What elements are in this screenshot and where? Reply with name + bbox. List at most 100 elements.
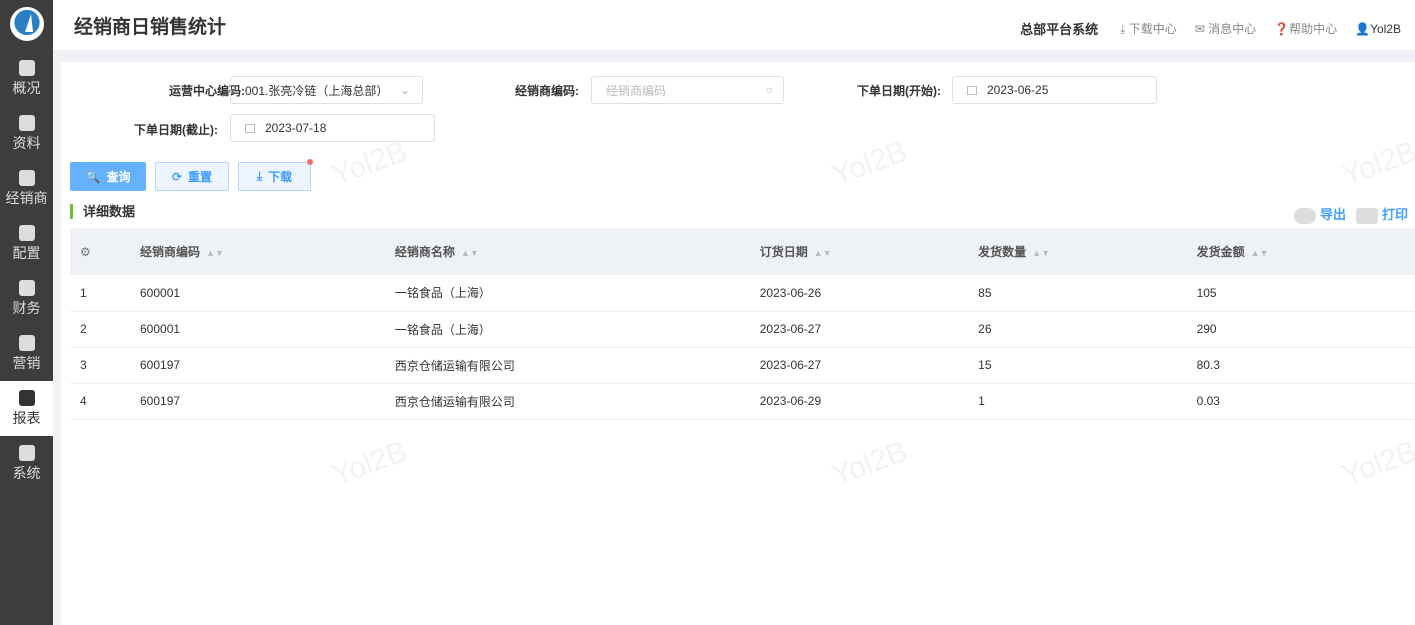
table-cell: 一铭食品（上海） <box>394 275 760 312</box>
end-date-input[interactable]: 2023-07-18 <box>230 114 435 142</box>
dealer-label: 经销商编码: <box>515 84 579 98</box>
table-cell: 2023-06-27 <box>759 347 979 384</box>
end-date-label: 下单日期(截止): <box>134 123 218 137</box>
reset-button[interactable]: ⟳ 重置 <box>155 162 229 191</box>
table-cell: 2023-06-27 <box>759 311 979 348</box>
column-header[interactable]: 订货日期 ▲▼ <box>759 228 979 275</box>
table-cell: 0.03 <box>1196 383 1415 420</box>
nav-icon <box>18 114 35 131</box>
table-cell: 1 <box>978 383 1197 420</box>
section-title: 详细数据 <box>70 204 135 219</box>
table-cell: 600197 <box>140 383 395 420</box>
export-button[interactable]: 导出 <box>1293 204 1346 224</box>
nav-icon <box>18 169 35 186</box>
search-icon: 🔍 <box>85 169 101 184</box>
sidebar: 概况 资料 经销商 配置 财务 营销 报表 系统 <box>0 0 53 625</box>
user-menu[interactable]: 👤Yol2B <box>1355 22 1401 36</box>
query-button[interactable]: 🔍 查询 <box>70 162 146 191</box>
table-row[interactable]: 4 600197 西京仓储运输有限公司 2023-06-29 1 0.03 <box>70 383 1415 420</box>
nav-icon <box>18 389 35 406</box>
table-cell: 2 <box>70 311 140 348</box>
system-name: 总部平台系统 <box>1020 22 1099 37</box>
mail-icon: ✉ <box>1194 22 1209 36</box>
message-center-link[interactable]: ✉ 消息中心 <box>1195 20 1256 37</box>
column-header[interactable]: 发货数量 ▲▼ <box>978 228 1197 275</box>
sidebar-item[interactable]: 系统 <box>0 436 53 491</box>
download-icon: ⤓ <box>1120 22 1129 36</box>
start-date-input[interactable]: 2023-06-25 <box>952 76 1157 104</box>
column-header[interactable]: 发货金额 ▲▼ <box>1196 228 1415 275</box>
ops-center-select[interactable]: 001.张亮冷链（上海总部） ⌄ <box>230 76 423 104</box>
user-icon: 👤 <box>1355 21 1371 36</box>
table-cell: 4 <box>70 383 140 420</box>
table-cell: 85 <box>978 275 1197 312</box>
download-icon: ⤓ <box>256 169 263 183</box>
table-cell: 3 <box>70 347 140 384</box>
download-button[interactable]: ⤓ 下载 <box>238 159 313 191</box>
table-cell: 2023-06-26 <box>759 275 979 312</box>
watermark: Yol2B <box>827 434 912 493</box>
page-title: 经销商日销售统计 <box>74 17 227 38</box>
table-cell: 2023-06-29 <box>759 383 979 420</box>
table-cell: 600001 <box>140 311 395 348</box>
sort-icon[interactable]: ▲▼ <box>206 248 224 258</box>
data-table: ⚙ 经销商编码 ▲▼ 经销商名称 ▲▼ 订货日期 ▲▼ 发货数量 ▲▼ 发货金额 ▲▼ 1 60000… <box>70 228 1415 420</box>
column-header[interactable]: 经销商编码 ▲▼ <box>140 228 395 275</box>
nav-icon <box>18 279 35 296</box>
table-cell: 一铭食品（上海） <box>394 311 760 348</box>
nav-icon <box>18 59 35 76</box>
table-cell: 600197 <box>140 347 395 384</box>
sidebar-item[interactable]: 财务 <box>0 271 53 326</box>
table-cell: 105 <box>1196 275 1415 312</box>
table-row[interactable]: 3 600197 西京仓储运输有限公司 2023-06-27 15 80.3 <box>70 347 1415 384</box>
help-icon: ❓ <box>1274 22 1290 36</box>
table-cell: 600001 <box>140 275 395 312</box>
refresh-icon: ⟳ <box>171 169 183 184</box>
sidebar-item[interactable]: 营销 <box>0 326 53 381</box>
watermark: Yol2B <box>827 134 912 193</box>
print-button[interactable]: 打印 <box>1355 204 1408 224</box>
table-cell: 26 <box>978 311 1197 348</box>
main-panel: 运营中心编码: 001.张亮冷链（上海总部） ⌄ 经销商编码: 经销商编码 ○ 下单… <box>61 62 1415 625</box>
calendar-icon <box>967 85 977 95</box>
calendar-icon <box>245 123 255 133</box>
sidebar-item[interactable]: 配置 <box>0 216 53 271</box>
sort-icon[interactable]: ▲▼ <box>1032 248 1050 258</box>
chevron-down-icon: ⌄ <box>399 83 410 97</box>
watermark: Yol2B <box>1337 434 1415 493</box>
notification-dot <box>307 159 313 165</box>
table-cell: 80.3 <box>1196 347 1415 384</box>
table-cell: 西京仓储运输有限公司 <box>394 383 760 420</box>
dealer-input[interactable]: 经销商编码 ○ <box>591 76 784 104</box>
sidebar-item[interactable]: 经销商 <box>0 161 53 216</box>
sidebar-item[interactable]: 概况 <box>0 51 53 106</box>
watermark: Yol2B <box>327 434 412 493</box>
nav-icon <box>18 444 35 461</box>
column-settings-icon[interactable]: ⚙ <box>70 228 140 275</box>
sort-icon[interactable]: ▲▼ <box>814 248 832 258</box>
table-cell: 290 <box>1196 311 1415 348</box>
search-icon: ○ <box>765 83 773 97</box>
download-center-link[interactable]: ⤓ 下载中心 <box>1120 20 1177 37</box>
column-header[interactable]: 经销商名称 ▲▼ <box>394 228 760 275</box>
logo <box>9 7 44 41</box>
table-cell: 15 <box>978 347 1197 384</box>
watermark: Yol2B <box>327 134 412 193</box>
cloud-download-icon <box>1293 207 1316 224</box>
watermark: Yol2B <box>1337 134 1415 193</box>
table-row[interactable]: 2 600001 一铭食品（上海） 2023-06-27 26 290 <box>70 311 1415 348</box>
sort-icon[interactable]: ▲▼ <box>461 248 479 258</box>
table-cell: 西京仓储运输有限公司 <box>394 347 760 384</box>
sort-icon[interactable]: ▲▼ <box>1251 248 1269 258</box>
printer-icon <box>1355 207 1378 224</box>
nav-icon <box>18 334 35 351</box>
start-date-label: 下单日期(开始): <box>857 84 941 98</box>
sidebar-item[interactable]: 报表 <box>0 381 53 436</box>
table-row[interactable]: 1 600001 一铭食品（上海） 2023-06-26 85 105 <box>70 275 1415 312</box>
ops-center-label: 运营中心编码: <box>169 84 245 98</box>
help-center-link[interactable]: ❓帮助中心 <box>1274 20 1337 37</box>
nav-icon <box>18 224 35 241</box>
sidebar-item[interactable]: 资料 <box>0 106 53 161</box>
table-cell: 1 <box>70 275 140 312</box>
header: 经销商日销售统计 总部平台系统 ⤓ 下载中心 ✉ 消息中心 ❓帮助中心 👤Yol… <box>53 0 1415 50</box>
